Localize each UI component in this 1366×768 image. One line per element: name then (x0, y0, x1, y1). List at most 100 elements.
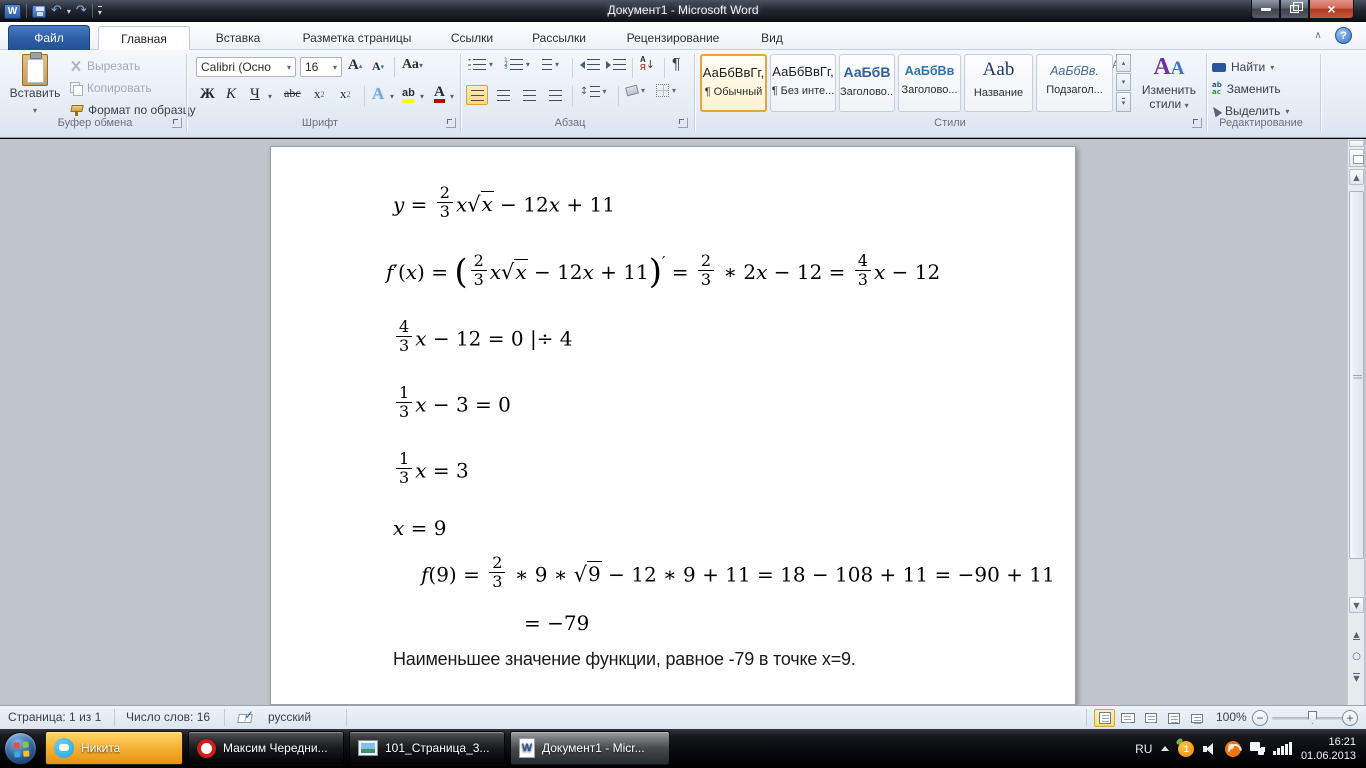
styles-scroll-down[interactable]: ▾ (1116, 73, 1131, 91)
ruler-toggle-button[interactable] (1349, 149, 1364, 167)
paste-button[interactable]: Вставить ▾ (6, 52, 64, 116)
tab-review[interactable]: Рецензирование (608, 26, 738, 50)
update-badge-icon[interactable]: 1 (1178, 740, 1195, 757)
numbering-button[interactable]: 123 ▾ (504, 57, 530, 70)
font-size-combo[interactable]: 16 ▾ (300, 57, 342, 77)
split-handle[interactable] (1349, 140, 1364, 147)
scrollbar-thumb[interactable] (1349, 191, 1364, 559)
tab-references[interactable]: Ссылки (434, 26, 510, 50)
collapse-ribbon-icon[interactable]: ∧ (1310, 29, 1326, 43)
decrease-indent-button[interactable] (580, 59, 600, 70)
style-subtitle[interactable]: АаБбВв. Подзагол... (1036, 54, 1113, 112)
clipboard-dialog-launcher[interactable] (172, 118, 182, 128)
cut-button[interactable]: Вырезать (70, 56, 140, 76)
network-connection-icon[interactable] (1250, 742, 1265, 755)
align-center-button[interactable] (492, 85, 514, 105)
highlight-button[interactable]: ab (402, 87, 415, 103)
bold-button[interactable]: Ж (200, 86, 215, 103)
paragraph-dialog-launcher[interactable] (678, 118, 688, 128)
tab-file[interactable]: Файл (8, 25, 90, 50)
grow-font-button[interactable]: А ▴ (348, 57, 362, 74)
style-heading2[interactable]: АаБбВв Заголово... (898, 54, 961, 112)
strikethrough-button[interactable]: abc (284, 86, 301, 101)
shading-button[interactable]: ▾ (625, 84, 645, 97)
sort-button[interactable]: А Я ↓ (640, 56, 655, 72)
style-normal[interactable]: АаБбВвГг, ¶ Обычный (700, 54, 767, 112)
help-icon[interactable]: ? (1335, 27, 1352, 44)
scroll-down-button[interactable]: ▼ (1349, 597, 1364, 613)
zoom-slider-thumb[interactable] (1308, 711, 1317, 724)
minimize-button[interactable] (1251, 0, 1280, 19)
align-left-button[interactable] (466, 85, 488, 105)
font-size-dropdown-icon[interactable]: ▾ (333, 63, 337, 72)
previous-page-button[interactable]: ▲ (1349, 627, 1364, 643)
highlight-dropdown-icon[interactable]: ▾ (420, 92, 424, 101)
vertical-scrollbar[interactable]: ▲ ▼ ▲ ○ ▼ (1347, 139, 1364, 705)
styles-dialog-launcher[interactable] (1192, 118, 1202, 128)
font-dialog-launcher[interactable] (446, 118, 456, 128)
restore-button[interactable] (1280, 0, 1309, 19)
style-title[interactable]: Aab Название (964, 54, 1033, 112)
tab-view[interactable]: Вид (744, 26, 800, 50)
page-count[interactable]: Страница: 1 из 1 (8, 710, 101, 724)
taskbar-item-skype[interactable]: Никита (45, 731, 183, 765)
view-print-layout-button[interactable] (1094, 709, 1115, 727)
document-page[interactable]: y = 2 3 x√x − 12x + 11 f′(x) = (2 3 x√x − 12… (270, 146, 1076, 705)
view-draft-button[interactable] (1186, 709, 1207, 727)
style-heading1[interactable]: АаБбВ Заголово... (839, 54, 895, 112)
zoom-in-button[interactable]: + (1342, 710, 1358, 726)
change-styles-button[interactable]: АА Изменить стили ▾ (1134, 54, 1204, 111)
show-marks-button[interactable]: ¶ (672, 56, 681, 74)
bullets-button[interactable]: ▾ (468, 59, 493, 70)
multilevel-list-button[interactable]: ▾ (542, 59, 559, 70)
underline-button[interactable]: Ч (250, 86, 260, 103)
styles-scroll-up[interactable]: ▴ (1116, 54, 1131, 72)
tab-page-layout[interactable]: Разметка страницы (286, 26, 428, 50)
font-color-button[interactable]: А (434, 85, 445, 103)
close-button[interactable]: × (1309, 0, 1354, 19)
view-web-layout-button[interactable] (1140, 709, 1161, 727)
clock[interactable]: 16:21 01.06.2013 (1301, 735, 1356, 763)
align-justify-button[interactable] (544, 85, 566, 105)
styles-gallery-more[interactable]: ▾ (1116, 92, 1131, 112)
zoom-level[interactable]: 100% (1216, 710, 1247, 724)
font-name-combo[interactable]: Calibri (Осно ▾ (196, 57, 296, 77)
view-fullscreen-reading-button[interactable] (1117, 709, 1138, 727)
select-browse-object-button[interactable]: ○ (1349, 649, 1364, 665)
increase-indent-button[interactable] (606, 59, 626, 70)
taskbar-item-photo-viewer[interactable]: 101_Страница_3... (349, 731, 505, 765)
tab-home[interactable]: Главная (98, 26, 190, 50)
show-hidden-icons[interactable] (1161, 746, 1170, 751)
underline-dropdown-icon[interactable]: ▾ (268, 92, 272, 101)
superscript-button[interactable]: х2 (340, 86, 351, 102)
next-page-button[interactable]: ▼ (1349, 671, 1364, 687)
app-tray-icon[interactable] (1225, 740, 1242, 757)
italic-button[interactable]: К (226, 86, 236, 103)
spellcheck-icon[interactable]: ✓ (237, 708, 255, 724)
language-switcher[interactable]: RU (1135, 742, 1152, 756)
font-color-dropdown-icon[interactable]: ▾ (450, 92, 454, 101)
find-button[interactable]: Найти ▾ (1212, 58, 1274, 76)
taskbar-item-word[interactable]: Документ1 - Micr... (510, 731, 670, 765)
replace-button[interactable]: ab ac Заменить (1212, 80, 1281, 98)
zoom-out-button[interactable]: − (1252, 710, 1268, 726)
start-button[interactable] (4, 732, 37, 765)
shrink-font-button[interactable]: А ▾ (372, 59, 384, 74)
change-case-button[interactable]: Аа ▾ (402, 57, 423, 73)
text-effects-dropdown-icon[interactable]: ▾ (390, 92, 394, 101)
copy-button[interactable]: Копировать (70, 78, 152, 98)
tab-insert[interactable]: Вставка (196, 26, 280, 50)
signal-strength-icon[interactable] (1273, 742, 1292, 755)
language-indicator[interactable]: русский (268, 710, 311, 724)
line-spacing-button[interactable]: ↕ ▾ (580, 86, 606, 97)
volume-icon[interactable] (1203, 743, 1216, 755)
align-right-button[interactable] (518, 85, 540, 105)
tab-mailings[interactable]: Рассылки (516, 26, 602, 50)
text-effects-button[interactable]: А (372, 84, 384, 104)
paste-dropdown-icon[interactable]: ▾ (33, 106, 37, 115)
borders-button[interactable]: ▾ (656, 84, 676, 97)
font-name-dropdown-icon[interactable]: ▾ (287, 63, 291, 72)
scroll-up-button[interactable]: ▲ (1349, 169, 1364, 185)
view-outline-button[interactable] (1163, 709, 1184, 727)
taskbar-item-opera[interactable]: Максим Чередни... (188, 731, 344, 765)
